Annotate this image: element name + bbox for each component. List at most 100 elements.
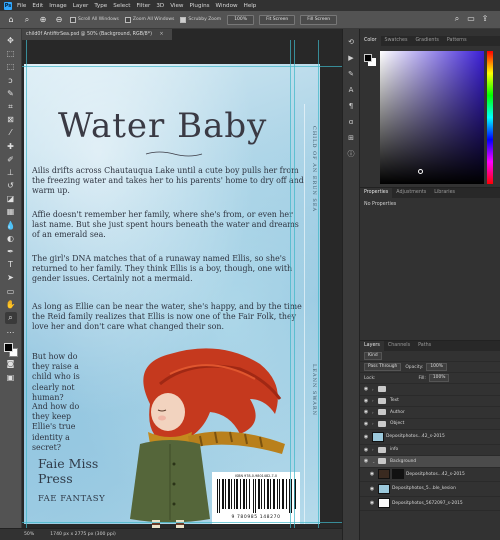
zoom-out-icon[interactable]: ⊖ [54, 15, 64, 25]
opacity-input[interactable]: 100% [426, 363, 447, 371]
guide-vertical-spine-right[interactable] [294, 40, 295, 528]
visibility-eye-icon[interactable]: ◉ [366, 471, 378, 477]
screen-mode-icon[interactable]: ▣ [5, 372, 17, 384]
guide-horizontal-bottom[interactable] [22, 522, 342, 523]
menu-type[interactable]: Type [94, 3, 107, 9]
clone-stamp-tool-icon[interactable]: ⊥ [5, 167, 17, 179]
glyphs-panel-icon[interactable]: ɑ [346, 117, 357, 128]
menu-window[interactable]: Window [216, 3, 238, 9]
type-tool-icon[interactable]: T [5, 259, 17, 271]
eyedropper-tool-icon[interactable]: ⁄ [5, 127, 17, 139]
gradient-tool-icon[interactable]: ▦ [5, 206, 17, 218]
zoom-100-button[interactable]: 100% [227, 14, 255, 25]
visibility-eye-icon[interactable]: ◉ [360, 398, 372, 404]
guide-vertical-left[interactable] [26, 40, 27, 528]
visibility-eye-icon[interactable]: ◉ [360, 421, 372, 427]
zoom-level[interactable]: 50% [24, 532, 34, 537]
color-swatches[interactable] [3, 342, 19, 358]
layer-row[interactable]: ◉ ⌄ Background [360, 456, 500, 468]
fit-screen-button[interactable]: Fit Screen [259, 14, 296, 25]
more-tools-icon[interactable]: … [5, 325, 17, 337]
tab-layers[interactable]: Layers [360, 341, 384, 351]
layer-row[interactable]: ◉ › Author [360, 407, 500, 419]
quick-select-tool-icon[interactable]: ✎ [5, 88, 17, 100]
eraser-tool-icon[interactable]: ◪ [5, 193, 17, 205]
layer-row[interactable]: ◉ Depositphotos_5672097_s-2015 [360, 497, 500, 511]
path-select-tool-icon[interactable]: ➤ [5, 272, 17, 284]
tab-swatches[interactable]: Swatches [381, 36, 412, 46]
dodge-tool-icon[interactable]: ◐ [5, 233, 17, 245]
share-icon[interactable]: ⇪ [480, 14, 490, 24]
layer-row[interactable]: ◉ Depositphotos_5...ble_kesion [360, 482, 500, 497]
color-panel-swatches[interactable] [364, 54, 376, 66]
actions-panel-icon[interactable]: ▶ [346, 53, 357, 64]
visibility-eye-icon[interactable]: ◉ [360, 409, 372, 415]
marquee-tool-icon[interactable]: ⬚ [5, 61, 17, 73]
zoom-tool-sidebar-icon[interactable]: ⌕ [4, 311, 17, 324]
history-panel-icon[interactable]: ⟲ [346, 37, 357, 48]
healing-brush-tool-icon[interactable]: ✚ [5, 141, 17, 153]
tab-properties[interactable]: Properties [360, 188, 393, 198]
guide-vertical-spine-left[interactable] [290, 40, 291, 528]
menu-filter[interactable]: Filter [136, 3, 150, 9]
visibility-eye-icon[interactable]: ◉ [366, 500, 378, 506]
rectangle-tool-icon[interactable]: ▭ [5, 286, 17, 298]
hand-tool-icon[interactable]: ✋ [5, 299, 17, 311]
zoom-all-checkbox[interactable]: Zoom All Windows [124, 16, 174, 23]
menu-plugins[interactable]: Plugins [190, 3, 210, 9]
panel-foreground-swatch[interactable] [364, 54, 372, 62]
guide-horizontal-top[interactable] [22, 66, 342, 67]
crop-tool-icon[interactable]: ⌗ [5, 101, 17, 113]
visibility-eye-icon[interactable]: ◉ [366, 486, 378, 492]
layer-row[interactable]: ◉ Depositphotos...42_s-2015 [360, 468, 500, 482]
workspace-icon[interactable]: ▭ [466, 14, 476, 24]
visibility-eye-icon[interactable]: ◉ [360, 386, 372, 392]
blend-mode-select[interactable]: Pass Through [364, 363, 402, 371]
brush-tool-icon[interactable]: ✐ [5, 154, 17, 166]
tab-libraries[interactable]: Libraries [430, 188, 459, 198]
search-icon[interactable]: ⌕ [452, 14, 462, 24]
tab-adjustments[interactable]: Adjustments [392, 188, 430, 198]
zoom-tool-icon[interactable]: ⌕ [22, 15, 32, 25]
navigator-panel-icon[interactable]: ⊞ [346, 133, 357, 144]
menu-view[interactable]: View [170, 3, 183, 9]
lasso-tool-icon[interactable]: ↄ [5, 75, 17, 87]
layer-row[interactable]: ◉ › Object [360, 419, 500, 430]
fill-input[interactable]: 100% [428, 374, 450, 382]
menu-file[interactable]: File [17, 3, 26, 9]
guide-vertical-right[interactable] [318, 40, 319, 528]
menu-select[interactable]: Select [113, 3, 130, 9]
info-panel-icon[interactable]: ⓘ [346, 149, 357, 160]
pen-tool-icon[interactable]: ✒ [5, 246, 17, 258]
home-icon[interactable]: ⌂ [6, 15, 16, 25]
close-tab-icon[interactable]: × [160, 32, 164, 37]
visibility-eye-icon[interactable]: ◉ [360, 434, 372, 440]
tab-paths[interactable]: Paths [414, 341, 435, 351]
menu-layer[interactable]: Layer [73, 3, 89, 9]
layer-row[interactable]: ◉ › [360, 384, 500, 396]
layer-row[interactable]: ◉ Depositphotos...42_s-2015 [360, 430, 500, 445]
layer-row[interactable]: ◉ › info [360, 445, 500, 456]
menu-edit[interactable]: Edit [32, 3, 43, 9]
paragraph-panel-icon[interactable]: ¶ [346, 101, 357, 112]
move-tool-icon[interactable]: ✥ [5, 35, 17, 47]
menu-3d[interactable]: 3D [156, 3, 164, 9]
layer-row[interactable]: ◉ › Text [360, 396, 500, 407]
character-panel-icon[interactable]: A [346, 85, 357, 96]
color-picker-field[interactable] [380, 51, 484, 184]
visibility-eye-icon[interactable]: ◉ [360, 458, 372, 464]
zoom-in-icon[interactable]: ⊕ [38, 15, 48, 25]
quick-mask-icon[interactable]: ◙ [5, 358, 17, 370]
canvas-area[interactable]: Water Baby Ailis drifts across Chautauqu… [22, 40, 342, 528]
blur-tool-icon[interactable]: 💧 [5, 220, 17, 232]
history-brush-tool-icon[interactable]: ↺ [5, 180, 17, 192]
hue-slider[interactable] [487, 51, 493, 184]
menu-image[interactable]: Image [49, 3, 67, 9]
brush-settings-icon[interactable]: ✎ [346, 69, 357, 80]
tab-gradients[interactable]: Gradients [411, 36, 442, 46]
tab-color[interactable]: Color [360, 36, 381, 46]
color-picker-marker[interactable] [418, 169, 423, 174]
tab-patterns[interactable]: Patterns [443, 36, 471, 46]
layer-kind-filter[interactable]: Kind [364, 352, 382, 360]
tab-channels[interactable]: Channels [384, 341, 414, 351]
